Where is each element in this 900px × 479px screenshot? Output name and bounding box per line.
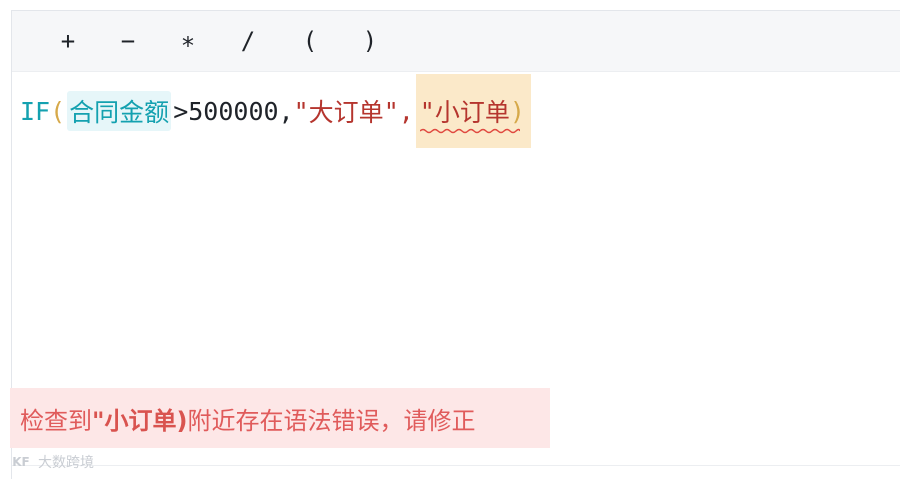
formula-input[interactable]: IF ( 合同金额 >500000, " 大订单 ", " 小订单 ) — [20, 74, 531, 148]
watermark-text: 大数跨境 — [38, 455, 94, 471]
string1-value: 大订单 — [308, 98, 384, 127]
close-paren: ) — [509, 96, 525, 126]
left-paren-button[interactable]: ( — [290, 21, 330, 61]
error-underline-icon — [419, 128, 520, 134]
right-paren-button[interactable]: ) — [350, 21, 390, 61]
error-highlight: "小订单) — [92, 406, 188, 435]
error-segment: " 小订单 ) — [415, 74, 531, 148]
minus-button[interactable]: − — [108, 21, 148, 61]
string1-open-quote: " — [293, 96, 309, 126]
bottom-divider — [12, 465, 900, 466]
error-message: 检查到 "小订单) 附近存在语法错误，请修正 — [10, 388, 550, 448]
divide-button[interactable]: / — [228, 21, 268, 61]
watermark-logo-icon: KF — [12, 455, 30, 469]
error-suffix: 附近存在语法错误，请修正 — [187, 406, 476, 435]
string2-value: 小订单 — [434, 98, 510, 127]
plus-button[interactable]: + — [48, 21, 88, 61]
open-paren: ( — [50, 96, 66, 126]
condition-text: >500000, — [173, 96, 294, 126]
operator-toolbar: + − ∗ / ( ) — [12, 11, 900, 72]
field-token[interactable]: 合同金额 — [67, 91, 172, 131]
error-prefix: 检查到 — [20, 406, 92, 435]
watermark: KF 大数跨境 — [8, 452, 94, 472]
multiply-button[interactable]: ∗ — [168, 21, 208, 61]
string2-open-quote: " — [419, 96, 435, 126]
string1-close-quote: ", — [383, 96, 414, 126]
function-name: IF — [20, 96, 51, 126]
